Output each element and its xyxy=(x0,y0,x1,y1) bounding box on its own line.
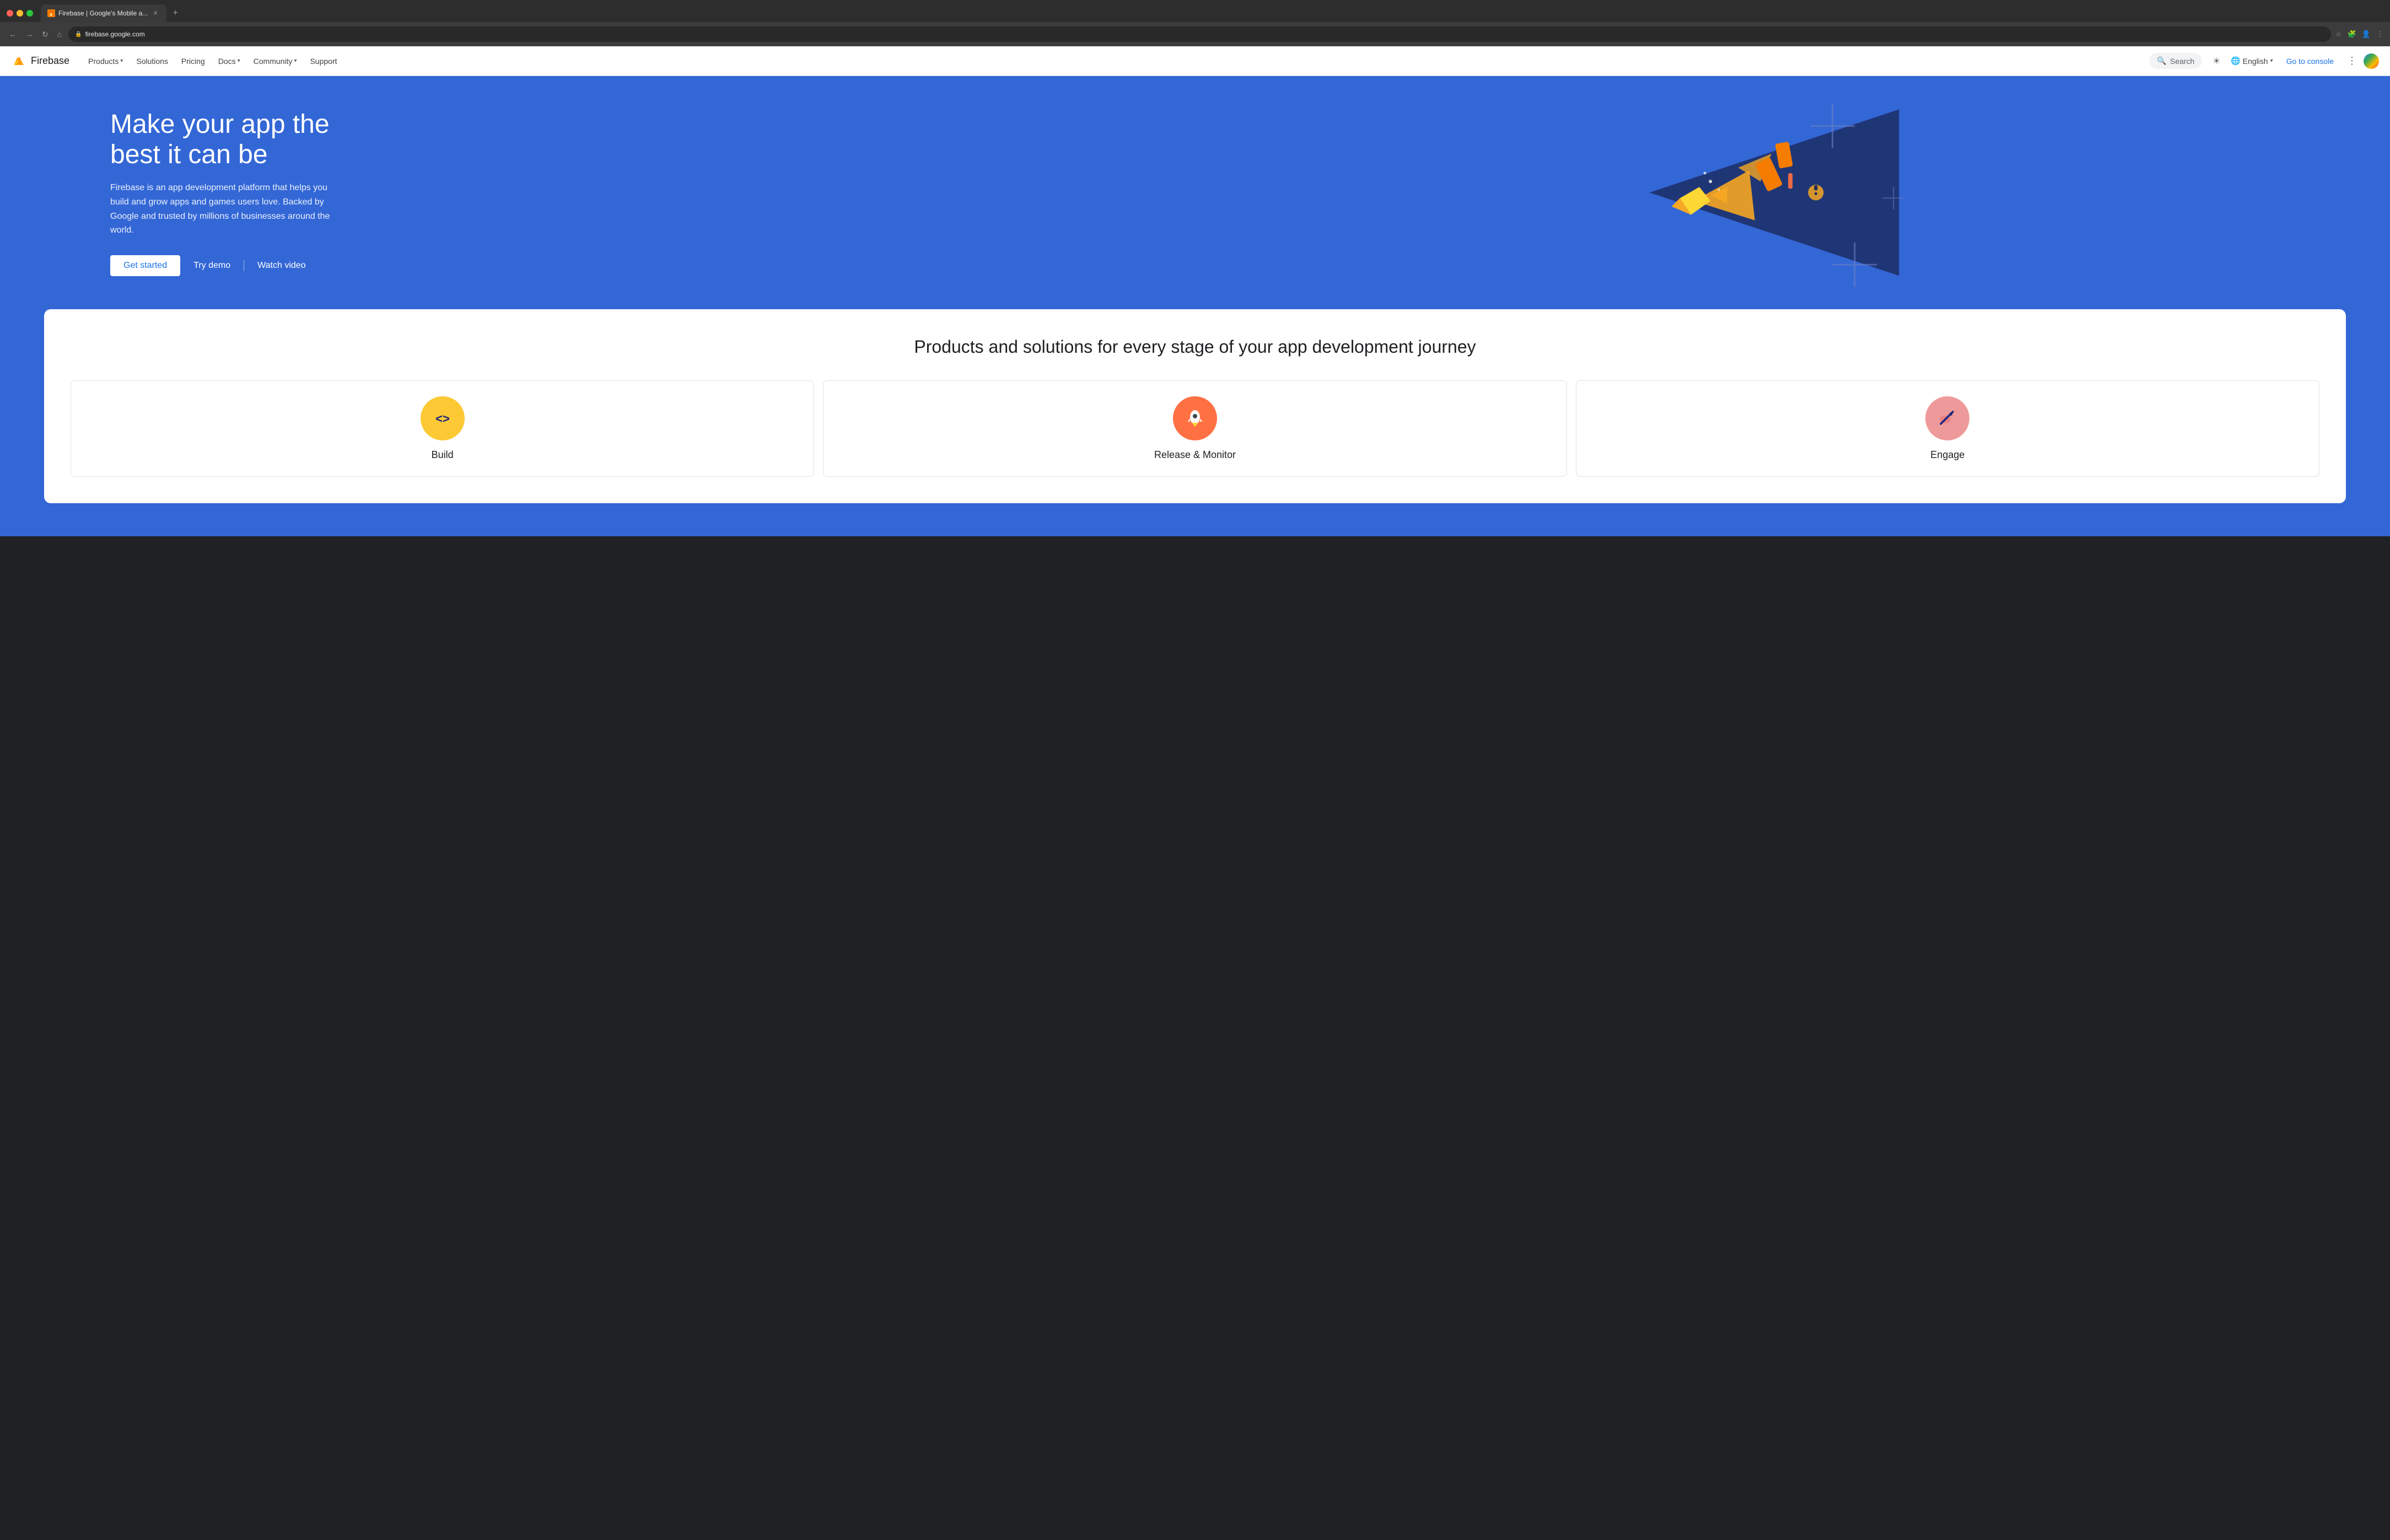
fullscreen-window-button[interactable] xyxy=(26,10,33,17)
watch-video-button[interactable]: Watch video xyxy=(255,255,308,276)
code-icon: <> xyxy=(430,406,455,430)
engage-product-card[interactable]: Engage xyxy=(1576,380,2319,477)
community-label: Community xyxy=(254,57,293,66)
products-card: Products and solutions for every stage o… xyxy=(44,309,2346,504)
engage-icon-circle xyxy=(1925,396,1969,440)
products-label: Products xyxy=(88,57,119,66)
solutions-label: Solutions xyxy=(136,57,168,66)
traffic-lights xyxy=(7,10,33,17)
search-label: Search xyxy=(2170,57,2194,66)
pricing-label: Pricing xyxy=(181,57,205,66)
try-demo-button[interactable]: Try demo xyxy=(191,255,233,276)
browser-toolbar-right: ☆ 🧩 👤 ⋮ xyxy=(2335,30,2383,39)
hero-title: Make your app the best it can be xyxy=(110,109,375,170)
back-button[interactable]: ← xyxy=(7,28,19,41)
globe-icon: 🌐 xyxy=(2231,56,2240,66)
language-chevron-icon: ▾ xyxy=(2270,58,2273,64)
home-button[interactable]: ⌂ xyxy=(55,28,64,41)
hero-illustration xyxy=(1075,76,2390,309)
more-options-icon[interactable]: ⋮ xyxy=(2376,30,2383,39)
release-monitor-label: Release & Monitor xyxy=(1154,449,1236,461)
nav-item-support[interactable]: Support xyxy=(304,53,342,69)
lock-icon: 🔒 xyxy=(75,31,82,37)
search-icon: 🔍 xyxy=(2157,56,2166,66)
address-bar-row: ← → ↻ ⌂ 🔒 firebase.google.com ☆ 🧩 👤 ⋮ xyxy=(0,22,2390,46)
release-monitor-product-card[interactable]: Release & Monitor xyxy=(823,380,1567,477)
products-section: Products and solutions for every stage o… xyxy=(0,309,2390,537)
get-started-button[interactable]: Get started xyxy=(110,255,180,276)
go-to-console-button[interactable]: Go to console xyxy=(2280,53,2340,69)
docs-label: Docs xyxy=(218,57,236,66)
tab-title: Firebase | Google's Mobile a... xyxy=(58,9,148,17)
tab-favicon: 🔥 xyxy=(47,9,55,17)
support-label: Support xyxy=(310,57,337,66)
tab-close-button[interactable]: ✕ xyxy=(151,9,160,18)
language-label: English xyxy=(2243,57,2268,66)
hero-actions: Get started Try demo Watch video xyxy=(110,255,375,276)
forward-button[interactable]: → xyxy=(23,28,35,41)
hero-section: Make your app the best it can be Firebas… xyxy=(0,76,2390,309)
firebase-wordmark: Firebase xyxy=(31,55,69,67)
address-bar[interactable]: 🔒 firebase.google.com xyxy=(68,26,2331,42)
svg-text:<>: <> xyxy=(435,412,450,426)
products-grid: <> Build xyxy=(71,380,2319,477)
community-chevron-icon: ▾ xyxy=(294,58,297,64)
hero-description: Firebase is an app development platform … xyxy=(110,181,342,237)
nav-item-solutions[interactable]: Solutions xyxy=(131,53,174,69)
bookmark-icon[interactable]: ☆ xyxy=(2335,30,2342,39)
close-window-button[interactable] xyxy=(7,10,13,17)
refresh-button[interactable]: ↻ xyxy=(40,28,51,41)
firebase-logo[interactable]: Firebase xyxy=(11,53,69,69)
chart-icon xyxy=(1935,406,1960,430)
hero-illustration-svg xyxy=(1075,76,2390,309)
products-chevron-icon: ▾ xyxy=(120,58,123,64)
new-tab-button[interactable]: + xyxy=(169,7,182,20)
hero-content: Make your app the best it can be Firebas… xyxy=(110,109,375,276)
products-section-title: Products and solutions for every stage o… xyxy=(71,336,2319,359)
url-text: firebase.google.com xyxy=(85,30,145,38)
search-box[interactable]: 🔍 Search xyxy=(2149,53,2202,69)
nav-item-docs[interactable]: Docs ▾ xyxy=(213,53,246,69)
nav-links: Products ▾ Solutions Pricing Docs ▾ Comm… xyxy=(83,53,2149,69)
rocket-icon xyxy=(1183,406,1207,430)
engage-label: Engage xyxy=(1930,449,1964,461)
nav-right: 🔍 Search ☀ 🌐 English ▾ Go to console ⋮ xyxy=(2149,53,2379,69)
nav-item-community[interactable]: Community ▾ xyxy=(248,53,303,69)
browser-tab[interactable]: 🔥 Firebase | Google's Mobile a... ✕ xyxy=(41,4,166,22)
browser-chrome: 🔥 Firebase | Google's Mobile a... ✕ + ← … xyxy=(0,0,2390,46)
build-label: Build xyxy=(432,449,454,461)
more-options-button[interactable]: ⋮ xyxy=(2347,55,2357,67)
extension-icon[interactable]: 🧩 xyxy=(2348,30,2356,39)
docs-chevron-icon: ▾ xyxy=(238,58,240,64)
release-icon-circle xyxy=(1173,396,1217,440)
profile-icon[interactable]: 👤 xyxy=(2362,30,2371,39)
language-selector[interactable]: 🌐 English ▾ xyxy=(2231,56,2273,66)
minimize-window-button[interactable] xyxy=(17,10,23,17)
nav-item-products[interactable]: Products ▾ xyxy=(83,53,128,69)
tab-bar: 🔥 Firebase | Google's Mobile a... ✕ + xyxy=(0,0,2390,22)
build-icon-circle: <> xyxy=(421,396,465,440)
nav-item-pricing[interactable]: Pricing xyxy=(176,53,211,69)
theme-toggle-button[interactable]: ☀ xyxy=(2209,53,2224,69)
firebase-nav: Firebase Products ▾ Solutions Pricing Do… xyxy=(0,46,2390,76)
firebase-flame-icon xyxy=(11,53,26,69)
user-avatar[interactable] xyxy=(2364,53,2379,69)
build-product-card[interactable]: <> Build xyxy=(71,380,814,477)
